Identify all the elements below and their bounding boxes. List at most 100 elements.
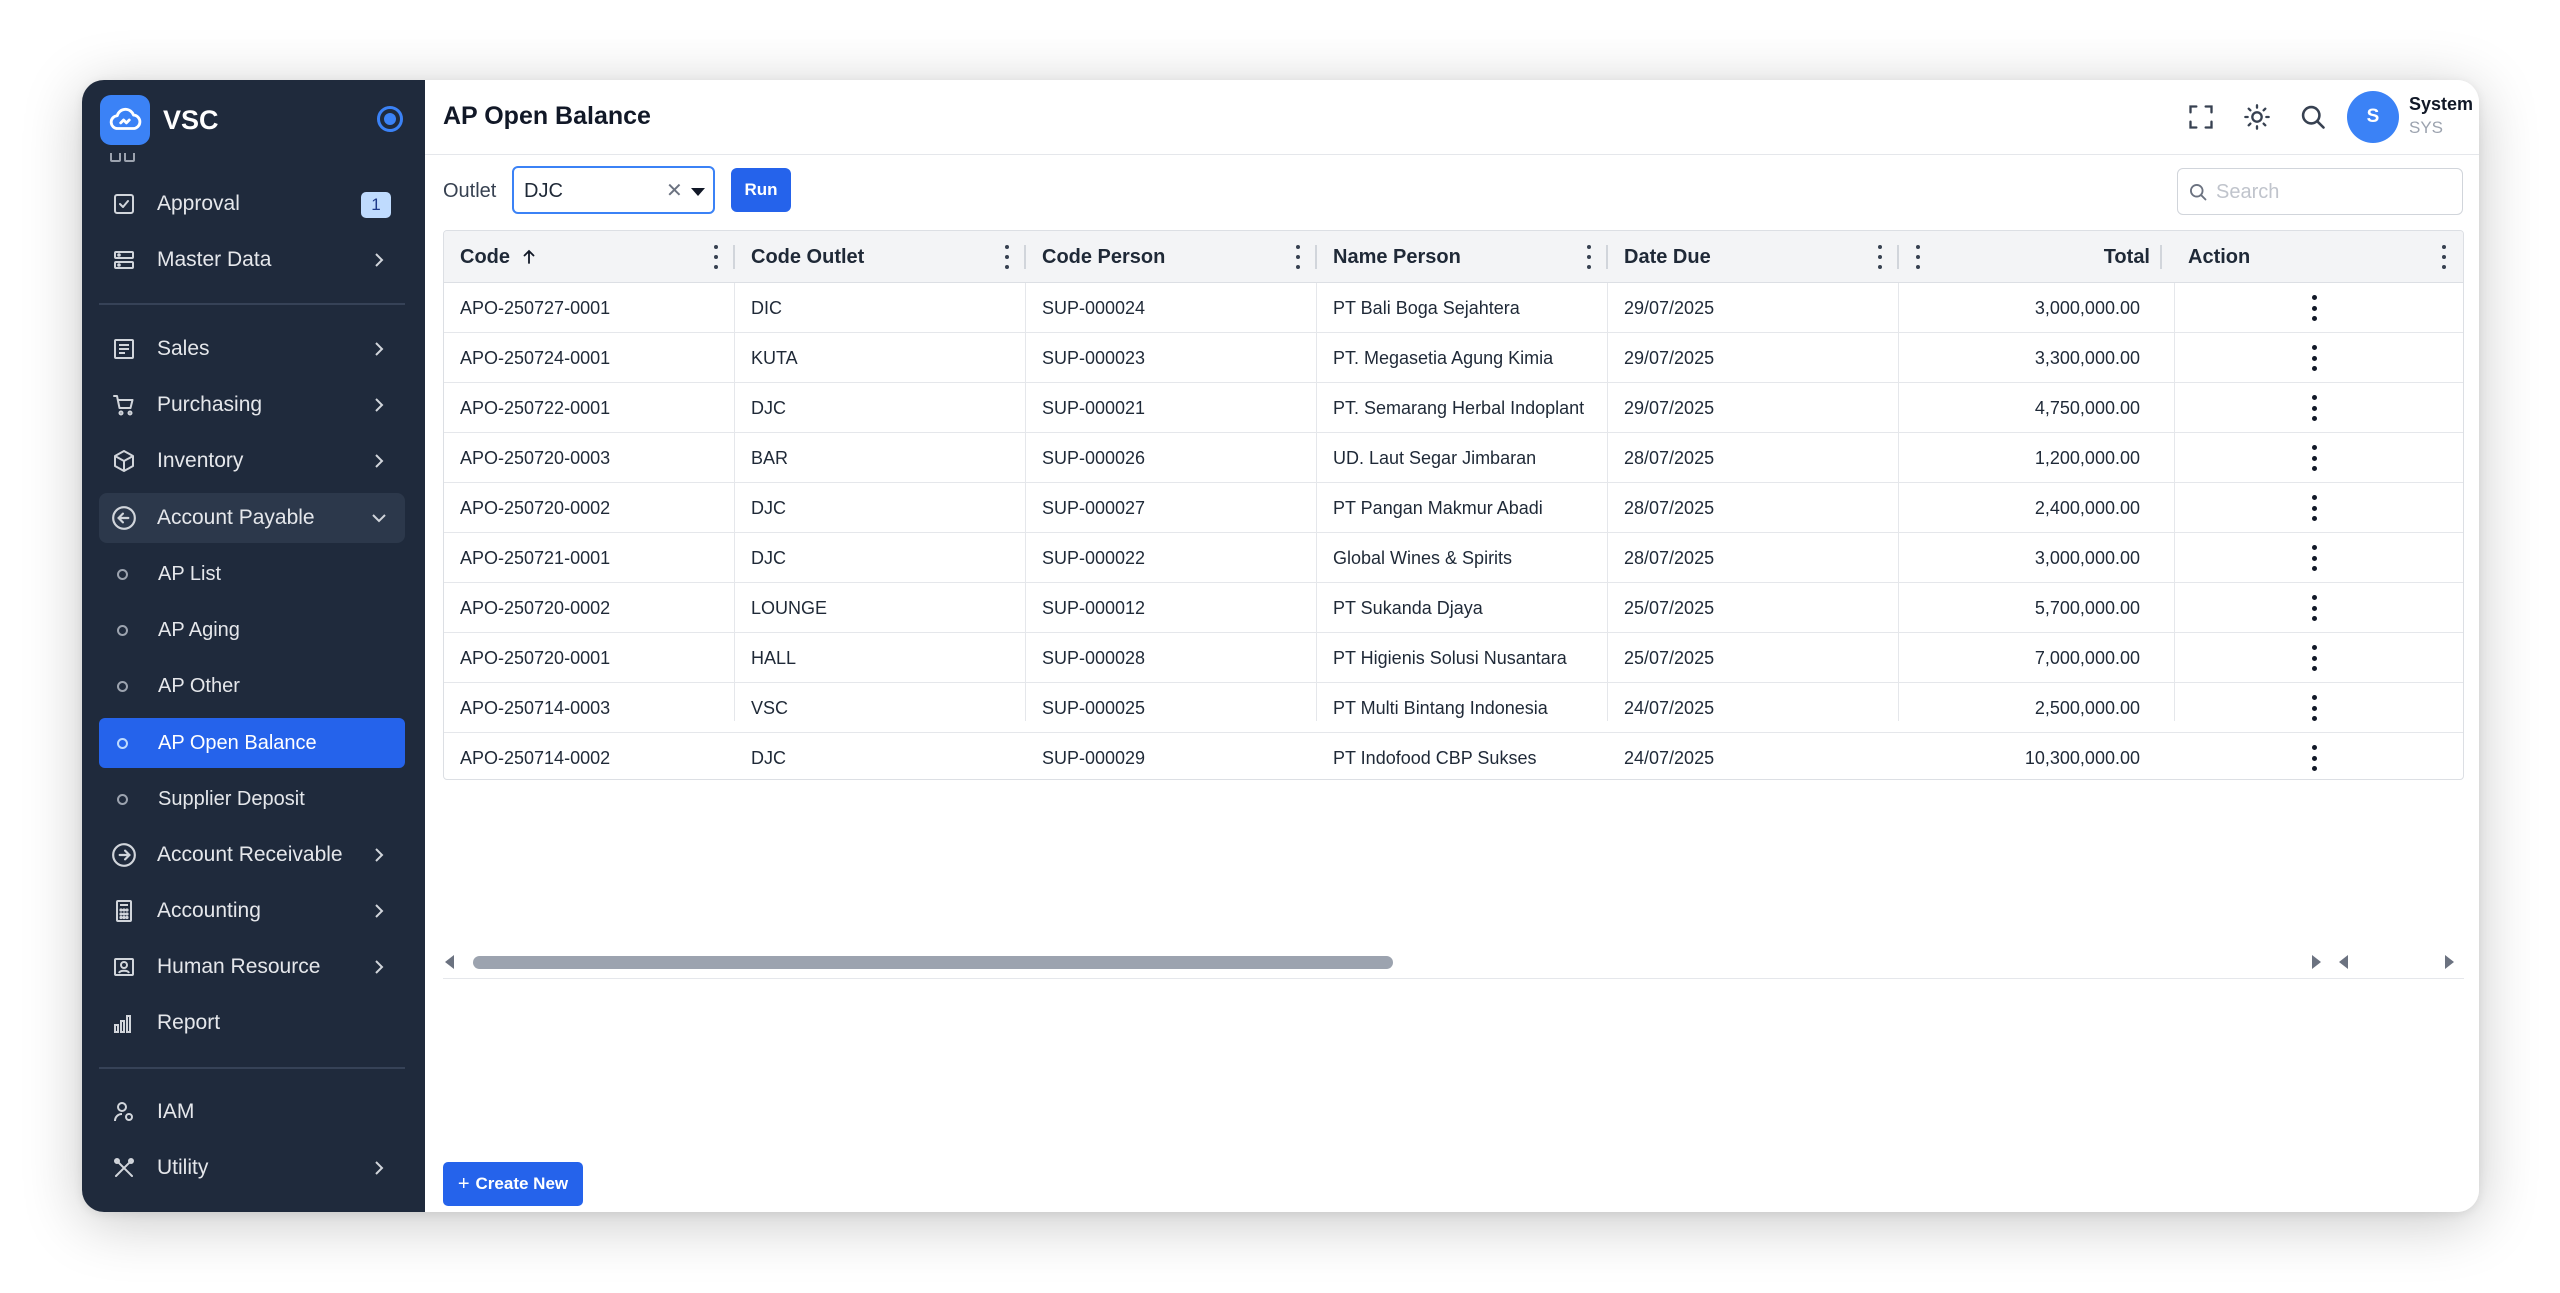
cell-code: APO-250720-0003 (460, 447, 611, 468)
column-resizer[interactable] (1606, 245, 1608, 269)
sidebar-subitem-ap-other[interactable]: AP Other (99, 661, 405, 711)
scroll-right-arrow-icon[interactable] (2312, 955, 2321, 969)
table-row[interactable]: APO-250714-0003 VSC SUP-000025 PT Multi Bin… (444, 683, 2463, 733)
column-menu-icon[interactable] (712, 245, 720, 269)
column-menu-icon[interactable] (1003, 245, 1011, 269)
create-new-button[interactable]: + Create New (443, 1162, 583, 1206)
sidebar-item-human-resource[interactable]: Human Resource (99, 942, 405, 992)
approval-icon (109, 189, 139, 219)
cell-code: APO-250720-0002 (460, 497, 611, 518)
approval-count-badge: 1 (361, 192, 391, 218)
scroll-left-arrow-icon[interactable] (2339, 955, 2348, 969)
cell-date-due: 25/07/2025 (1624, 647, 1715, 668)
cell-outlet: HALL (751, 647, 797, 668)
row-action-menu-icon[interactable] (2309, 445, 2319, 471)
table-row[interactable]: APO-250721-0001 DJC SUP-000022 Global Wines… (444, 533, 2463, 583)
column-resizer[interactable] (1024, 245, 1026, 269)
cell-code: APO-250720-0001 (460, 647, 611, 668)
table-row[interactable]: APO-250720-0001 HALL SUP-000028 PT Higienis… (444, 633, 2463, 683)
sidebar-item-label: Utility (157, 1156, 209, 1179)
cell-outlet: KUTA (751, 347, 798, 368)
table-row[interactable]: APO-250714-0002 DJC SUP-000029 PT Indofood … (444, 733, 2463, 779)
row-action-menu-icon[interactable] (2309, 595, 2319, 621)
sidebar-item-sales[interactable]: Sales (99, 324, 405, 374)
row-action-menu-icon[interactable] (2309, 745, 2319, 771)
sidebar-item-label: Approval (157, 192, 240, 215)
search-box[interactable] (2177, 168, 2463, 215)
sidebar-item-report[interactable]: Report (99, 998, 405, 1048)
cell-outlet: DJC (751, 497, 786, 518)
column-header-code-person[interactable]: Code Person (1042, 231, 1165, 283)
cell-outlet: DIC (751, 297, 782, 318)
table-row[interactable]: APO-250727-0001 DIC SUP-000024 PT Bali Boga… (444, 283, 2463, 333)
column-menu-icon[interactable] (1294, 245, 1302, 269)
column-resizer[interactable] (1897, 245, 1899, 269)
search-input[interactable] (2216, 177, 2446, 207)
column-menu-icon[interactable] (1876, 245, 1884, 269)
theme-sun-icon[interactable] (2240, 100, 2274, 134)
sidebar-item-inventory[interactable]: Inventory (99, 436, 405, 486)
sidebar-toggle-icon[interactable] (377, 106, 403, 132)
row-action-menu-icon[interactable] (2309, 345, 2319, 371)
table-row[interactable]: APO-250724-0001 KUTA SUP-000023 PT. Megaset… (444, 333, 2463, 383)
run-button[interactable]: Run (731, 168, 791, 212)
avatar[interactable]: S (2347, 91, 2399, 143)
column-header-total[interactable]: Total (1934, 231, 2150, 283)
row-action-menu-icon[interactable] (2309, 545, 2319, 571)
row-action-menu-icon[interactable] (2309, 395, 2319, 421)
column-header-name-person[interactable]: Name Person (1333, 231, 1461, 283)
column-menu-icon[interactable] (1585, 245, 1593, 269)
table-row[interactable]: APO-250720-0002 LOUNGE SUP-000012 PT Sukand… (444, 583, 2463, 633)
row-action-menu-icon[interactable] (2309, 495, 2319, 521)
column-menu-icon[interactable] (2440, 245, 2448, 269)
chevron-down-icon (372, 514, 386, 523)
column-header-date-due[interactable]: Date Due (1624, 231, 1711, 283)
table-row[interactable]: APO-250722-0001 DJC SUP-000021 PT. Semarang… (444, 383, 2463, 433)
cell-date-due: 28/07/2025 (1624, 447, 1715, 468)
column-header-code[interactable]: Code (460, 231, 538, 283)
sidebar-item-master-data[interactable]: Master Data (99, 235, 405, 285)
sidebar-subitem-ap-open-balance[interactable]: AP Open Balance (99, 718, 405, 768)
sidebar-item-account-receivable[interactable]: Account Receivable (99, 830, 405, 880)
row-action-menu-icon[interactable] (2309, 295, 2319, 321)
table-row[interactable]: APO-250720-0002 DJC SUP-000027 PT Pangan Ma… (444, 483, 2463, 533)
column-resizer[interactable] (1315, 245, 1317, 269)
chevron-right-icon (375, 253, 384, 267)
cell-outlet: DJC (751, 547, 786, 568)
horizontal-scrollbar-thumb[interactable] (473, 956, 1393, 969)
cell-person-code: SUP-000025 (1042, 697, 1146, 718)
scroll-right-arrow-icon[interactable] (2445, 955, 2454, 969)
column-header-code-outlet[interactable]: Code Outlet (751, 231, 864, 283)
sidebar-item-iam[interactable]: IAM (99, 1087, 405, 1137)
circle-bullet-icon (117, 680, 128, 692)
fullscreen-icon[interactable] (2184, 100, 2218, 134)
row-action-menu-icon[interactable] (2309, 695, 2319, 721)
sidebar-subitem-ap-aging[interactable]: AP Aging (99, 605, 405, 655)
sidebar-item-approval[interactable]: Approval 1 (99, 179, 405, 229)
sort-ascending-icon[interactable] (520, 248, 538, 266)
table-row[interactable]: APO-250720-0003 BAR SUP-000026 UD. Laut Seg… (444, 433, 2463, 483)
column-menu-icon[interactable] (1914, 245, 1922, 269)
sidebar-item-account-payable[interactable]: Account Payable (99, 493, 405, 543)
cell-total: 10,300,000.00 (2024, 747, 2140, 768)
sidebar-subitem-ap-list[interactable]: AP List (99, 549, 405, 599)
scroll-left-arrow-icon[interactable] (445, 955, 454, 969)
chevron-right-icon (375, 342, 384, 356)
sidebar-item-accounting[interactable]: Accounting (99, 886, 405, 936)
sidebar-subitem-supplier-deposit[interactable]: Supplier Deposit (99, 774, 405, 824)
sidebar-item-utility[interactable]: Utility (99, 1143, 405, 1193)
cell-person-code: SUP-000012 (1042, 597, 1146, 618)
row-action-menu-icon[interactable] (2309, 645, 2319, 671)
clear-icon[interactable]: ✕ (666, 178, 683, 203)
column-header-action[interactable]: Action (2188, 231, 2250, 283)
caret-down-icon[interactable] (691, 188, 705, 196)
column-resizer[interactable] (2160, 245, 2162, 269)
brand[interactable]: VSC (100, 93, 219, 147)
outlet-select[interactable]: DJC ✕ (512, 166, 715, 214)
user-gear-icon (109, 1097, 139, 1127)
column-resizer[interactable] (733, 245, 735, 269)
circle-bullet-icon (117, 737, 128, 749)
sidebar-item-purchasing[interactable]: Purchasing (99, 380, 405, 430)
sidebar-divider (99, 303, 405, 305)
search-icon[interactable] (2296, 100, 2330, 134)
